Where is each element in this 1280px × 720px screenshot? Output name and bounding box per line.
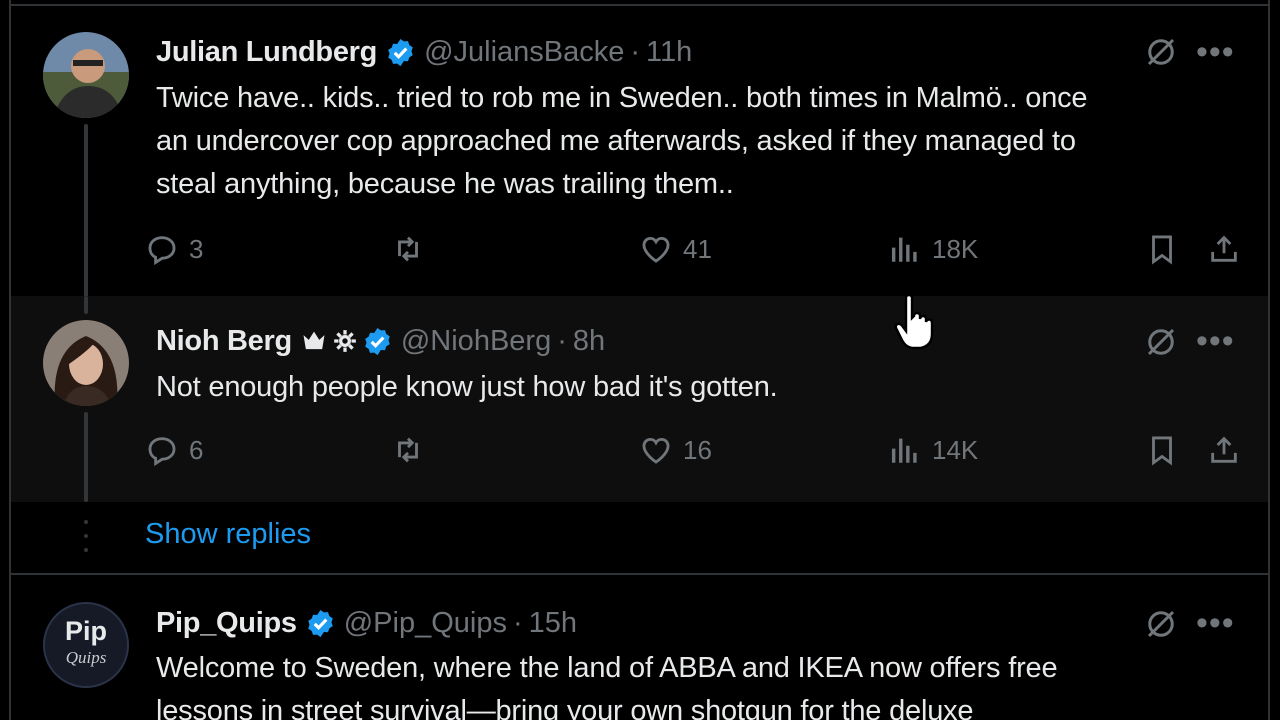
grok-icon[interactable] [1143,606,1179,642]
post-pipquips[interactable]: Pip Quips Pip_Quips @Pip_Quips · 15h •••… [11,575,1268,720]
bookmark-button[interactable] [1145,433,1189,467]
grok-icon[interactable] [1143,324,1179,360]
action-bar: 3 41 18K [11,228,1268,272]
separator: · [557,324,567,357]
share-button[interactable] [1207,232,1251,266]
show-replies-link[interactable]: Show replies [145,518,311,551]
post-text: Twice have.. kids.. tried to rob me in S… [156,77,1088,206]
more-icon[interactable]: ••• [1196,324,1235,358]
post-text: Not enough people know just how bad it's… [156,366,778,409]
post-text-line: lessons in street survival—bring your ow… [156,695,974,720]
post-nioh[interactable]: Nioh Berg @NiohBerg · 8h ••• Not enough … [11,296,1268,502]
thread-dot [84,534,88,538]
post-text-line: Twice have.. kids.. tried to rob me in S… [156,82,1088,114]
bookmark-icon [1152,235,1172,265]
repost-button[interactable] [391,232,435,266]
post-header: Pip_Quips @Pip_Quips · 15h [156,603,577,643]
bookmark-button[interactable] [1145,232,1189,266]
views-count: 14K [932,434,979,465]
share-icon [1211,436,1237,463]
reply-count: 3 [189,233,204,264]
repost-button[interactable] [391,433,435,467]
reply-count: 6 [189,434,204,465]
avatar[interactable] [43,320,129,406]
display-name[interactable]: Nioh Berg [156,325,292,358]
user-handle[interactable]: @Pip_Quips [344,607,507,640]
reply-button[interactable]: 3 [145,232,203,266]
repost-icon [398,236,418,262]
views-icon [891,438,917,463]
views-icon [891,237,917,262]
share-icon [1211,235,1237,262]
post-text: Welcome to Sweden, where the land of ABB… [156,647,1058,720]
post-header: Julian Lundberg @JuliansBacke · 11h [156,32,692,72]
bookmark-icon [1152,436,1172,466]
avatar-logo-text: Quips [65,648,107,667]
grok-icon[interactable] [1143,34,1179,70]
share-button[interactable] [1207,433,1251,467]
user-handle[interactable]: @NiohBerg [401,325,551,358]
post-julian[interactable]: Julian Lundberg @JuliansBacke · 11h ••• … [11,6,1268,306]
verified-badge-icon [307,609,333,637]
user-handle[interactable]: @JuliansBacke [424,36,624,69]
separator: · [630,35,641,68]
separator: · [512,606,523,639]
like-button[interactable]: 16 [639,433,712,467]
more-icon[interactable]: ••• [1196,35,1235,69]
avatar-logo-text: Pip [64,616,107,646]
gear-icon [334,330,356,352]
repost-icon [398,437,418,463]
thread-line [84,296,88,314]
avatar[interactable] [43,32,129,118]
post-text-line: Welcome to Sweden, where the land of ABB… [156,652,1058,684]
post-time[interactable]: 15h [529,607,577,640]
like-icon [642,437,670,464]
post-text-line: Not enough people know just how bad it's… [156,371,778,403]
reply-icon [148,437,176,467]
thread-dot [84,520,88,524]
action-bar: 6 16 14K [11,433,1268,477]
post-time[interactable]: 11h [646,36,692,69]
avatar[interactable]: Pip Quips [43,602,129,688]
thread-line [84,124,88,306]
thread-dot [84,548,88,552]
post-header: Nioh Berg @NiohBerg · 8h [156,321,605,361]
display-name[interactable]: Pip_Quips [156,607,297,640]
views-button[interactable]: 14K [888,433,978,467]
verified-badge-icon [388,38,413,66]
views-button[interactable]: 18K [888,232,978,266]
like-count: 16 [683,434,712,465]
post-time[interactable]: 8h [573,325,605,358]
like-count: 41 [683,233,712,264]
crown-icon [303,331,325,350]
reply-icon [148,236,176,266]
post-text-line: steal anything, because he was trailing … [156,168,734,200]
pointer-cursor-icon [894,294,934,350]
reply-button[interactable]: 6 [145,433,203,467]
verified-badge-icon [365,327,390,355]
like-button[interactable]: 41 [639,232,712,266]
views-count: 18K [932,233,979,264]
more-icon[interactable]: ••• [1196,606,1235,640]
like-icon [642,236,670,263]
post-text-line: an undercover cop approached me afterwar… [156,125,1076,157]
timeline-right-border [1268,0,1270,720]
display-name[interactable]: Julian Lundberg [156,36,377,69]
